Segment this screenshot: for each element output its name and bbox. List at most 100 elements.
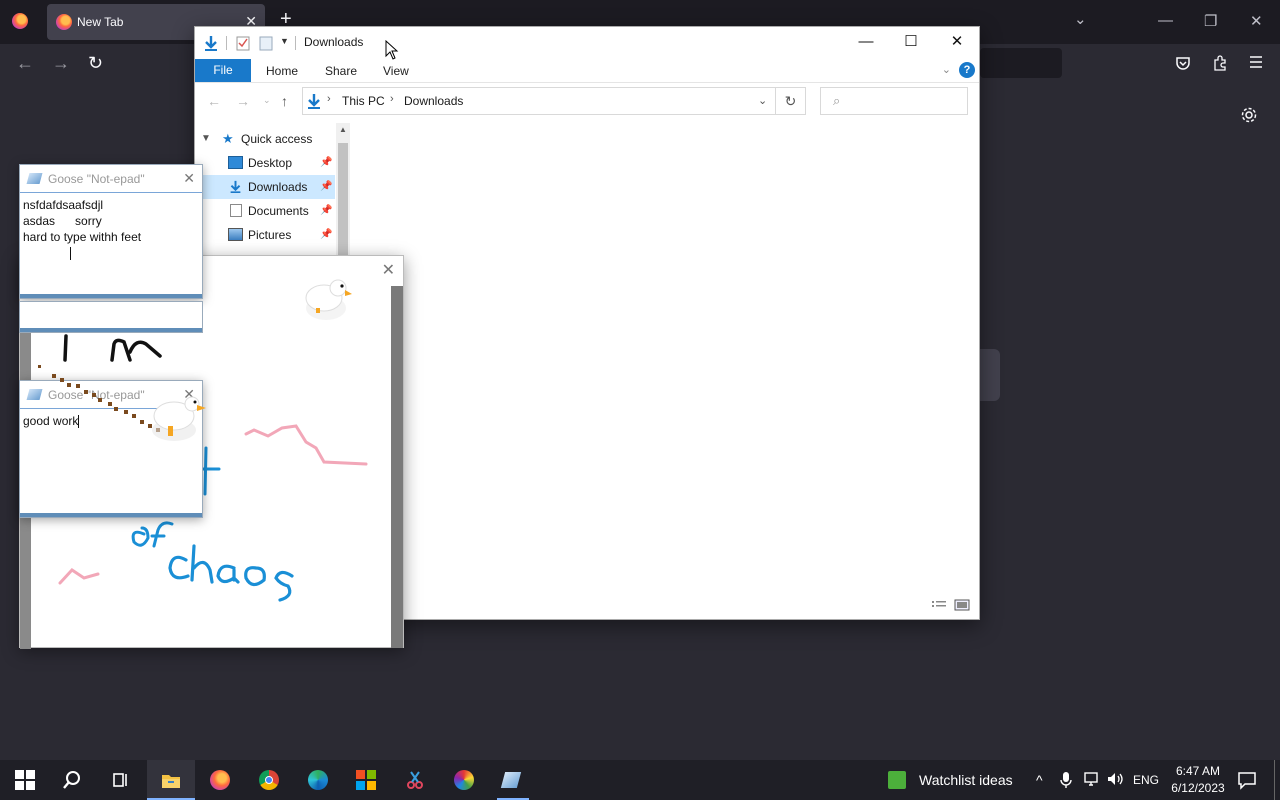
- network-icon[interactable]: [1083, 771, 1101, 787]
- address-dropdown-icon[interactable]: ⌄: [758, 94, 767, 107]
- notepad-title: Goose "Not-epad": [48, 388, 145, 402]
- search-button[interactable]: [48, 760, 96, 800]
- scrollbar-thumb[interactable]: [338, 143, 348, 263]
- browser-close-button[interactable]: ✕: [1250, 12, 1263, 30]
- clock[interactable]: 6:47 AM 6/12/2023: [1165, 763, 1231, 797]
- close-icon[interactable]: ✕: [183, 386, 195, 403]
- firefox-tab-icon: [56, 14, 72, 30]
- nav-pane-scrollbar[interactable]: ▲: [336, 123, 350, 263]
- nav-quick-access[interactable]: ▼ ★ Quick access: [195, 127, 335, 151]
- forward-arrow-icon[interactable]: →: [52, 54, 70, 72]
- newtab-settings-gear-icon[interactable]: [1240, 106, 1258, 124]
- tab-home[interactable]: Home: [266, 64, 298, 78]
- forward-arrow-icon[interactable]: →: [236, 93, 250, 109]
- taskbar-edge[interactable]: [294, 760, 342, 800]
- explorer-titlebar[interactable]: ▼ Downloads — ☐ ✕: [195, 27, 979, 59]
- browser-minimize-button[interactable]: —: [1158, 12, 1173, 29]
- qat-dropdown-icon[interactable]: ▼: [280, 36, 289, 46]
- properties-icon[interactable]: [236, 35, 250, 51]
- notepad-bottom-border: [20, 294, 202, 298]
- notepad-text-area[interactable]: good work: [23, 413, 199, 512]
- notepad-hidden-window-strip[interactable]: [19, 301, 203, 333]
- browser-restore-button[interactable]: ❐: [1204, 12, 1217, 30]
- view-toggle-icons[interactable]: [931, 599, 971, 611]
- reload-icon[interactable]: ↻: [88, 54, 103, 72]
- goose-sprite: [305, 279, 352, 320]
- back-arrow-icon[interactable]: ←: [16, 54, 34, 72]
- breadcrumb-separator: ›: [390, 93, 394, 105]
- up-arrow-icon[interactable]: ↑: [281, 93, 288, 109]
- taskbar-store[interactable]: [342, 760, 390, 800]
- chevron-down-icon[interactable]: ▼: [201, 127, 211, 151]
- back-arrow-icon[interactable]: ←: [207, 93, 221, 109]
- new-folder-icon[interactable]: [259, 35, 273, 51]
- address-bar[interactable]: › This PC › Downloads ⌄: [302, 87, 776, 115]
- expand-ribbon-icon[interactable]: ⌄: [942, 63, 951, 76]
- show-desktop-button[interactable]: [1274, 760, 1275, 800]
- tab-share[interactable]: Share: [325, 64, 357, 78]
- newtab-shortcut-tile[interactable]: [980, 349, 1000, 401]
- start-button[interactable]: [0, 760, 48, 800]
- pictures-icon: [228, 228, 243, 241]
- taskbar-file-explorer[interactable]: [147, 760, 195, 800]
- taskbar-goose-notepad[interactable]: [489, 760, 537, 800]
- nav-label: Quick access: [241, 132, 313, 146]
- show-hidden-icons-chevron-icon[interactable]: ^: [1036, 772, 1043, 788]
- taskbar-firefox[interactable]: [196, 760, 244, 800]
- tab-view[interactable]: View: [383, 64, 409, 78]
- close-button[interactable]: ✕: [934, 31, 980, 55]
- downloads-folder-icon: [205, 36, 217, 51]
- close-icon[interactable]: ✕: [183, 170, 195, 187]
- news-widget[interactable]: Watchlist ideas: [882, 760, 1022, 800]
- notepad-text: good work: [23, 414, 79, 428]
- help-icon[interactable]: ?: [959, 62, 975, 78]
- nav-item-downloads[interactable]: Downloads 📌: [195, 175, 335, 199]
- drawing-word-im: [63, 334, 162, 362]
- recent-locations-chevron-icon[interactable]: ⌄: [263, 95, 271, 106]
- task-view-button[interactable]: [96, 760, 144, 800]
- news-text: Watchlist ideas: [919, 772, 1013, 788]
- pin-icon: 📌: [320, 205, 333, 216]
- microphone-icon[interactable]: [1060, 771, 1072, 789]
- language-indicator[interactable]: ENG: [1133, 773, 1159, 787]
- color-wheel-icon: [454, 770, 474, 790]
- notepad-text-area[interactable]: nsfdafdsaafsdjl asdas sorry hard to type…: [23, 197, 199, 293]
- drawing-word-of: [131, 521, 174, 548]
- taskbar-chrome[interactable]: [245, 760, 293, 800]
- url-bar[interactable]: [980, 48, 1062, 78]
- firefox-menu-icon[interactable]: [12, 13, 28, 29]
- text-caret: [70, 247, 71, 261]
- explorer-nav-row: ← → ⌄ ↑ › This PC › Downloads ⌄ ↻ ⌕: [195, 83, 979, 119]
- notepad-window-top[interactable]: Goose "Not-epad" ✕ nsfdafdsaafsdjl asdas…: [19, 164, 203, 299]
- taskbar-color-app[interactable]: [440, 760, 488, 800]
- breadcrumb-this-pc[interactable]: This PC: [342, 94, 385, 108]
- notepad-titlebar[interactable]: Goose "Not-epad" ✕: [20, 381, 202, 409]
- extensions-icon[interactable]: [1212, 55, 1228, 71]
- drawing-word-chaos: [168, 544, 294, 602]
- notepad-titlebar[interactable]: Goose "Not-epad" ✕: [20, 165, 202, 193]
- notepad-text: nsfdafdsaafsdjl asdas sorry hard to type…: [23, 198, 142, 244]
- breadcrumb-downloads[interactable]: Downloads: [404, 94, 463, 108]
- minimize-button[interactable]: —: [843, 31, 889, 55]
- pocket-icon[interactable]: [1175, 55, 1191, 71]
- notepad-window-bottom[interactable]: Goose "Not-epad" ✕ good work: [19, 380, 203, 518]
- hamburger-menu-icon[interactable]: [1249, 55, 1263, 69]
- ribbon-tabs: File Home Share View ⌄ ?: [195, 59, 979, 83]
- scroll-up-icon[interactable]: ▲: [339, 125, 347, 134]
- task-view-icon: [113, 773, 127, 787]
- documents-icon: [230, 204, 242, 217]
- notification-center-icon[interactable]: [1236, 769, 1258, 791]
- maximize-button[interactable]: ☐: [888, 31, 934, 55]
- tab-label: New Tab: [77, 15, 124, 29]
- tab-file[interactable]: File: [195, 59, 251, 82]
- nav-item-pictures[interactable]: Pictures 📌: [195, 223, 335, 247]
- taskbar-snipping-tool[interactable]: [391, 760, 439, 800]
- nav-item-desktop[interactable]: Desktop 📌: [195, 151, 335, 175]
- details-view-icon: [932, 601, 946, 607]
- nav-item-documents[interactable]: Documents 📌: [195, 199, 335, 223]
- notepad-icon: [500, 772, 522, 788]
- search-input[interactable]: ⌕: [820, 87, 968, 115]
- list-all-tabs-button[interactable]: ⌄: [1074, 10, 1087, 28]
- refresh-icon[interactable]: ↻: [776, 87, 806, 115]
- volume-icon[interactable]: [1106, 771, 1124, 787]
